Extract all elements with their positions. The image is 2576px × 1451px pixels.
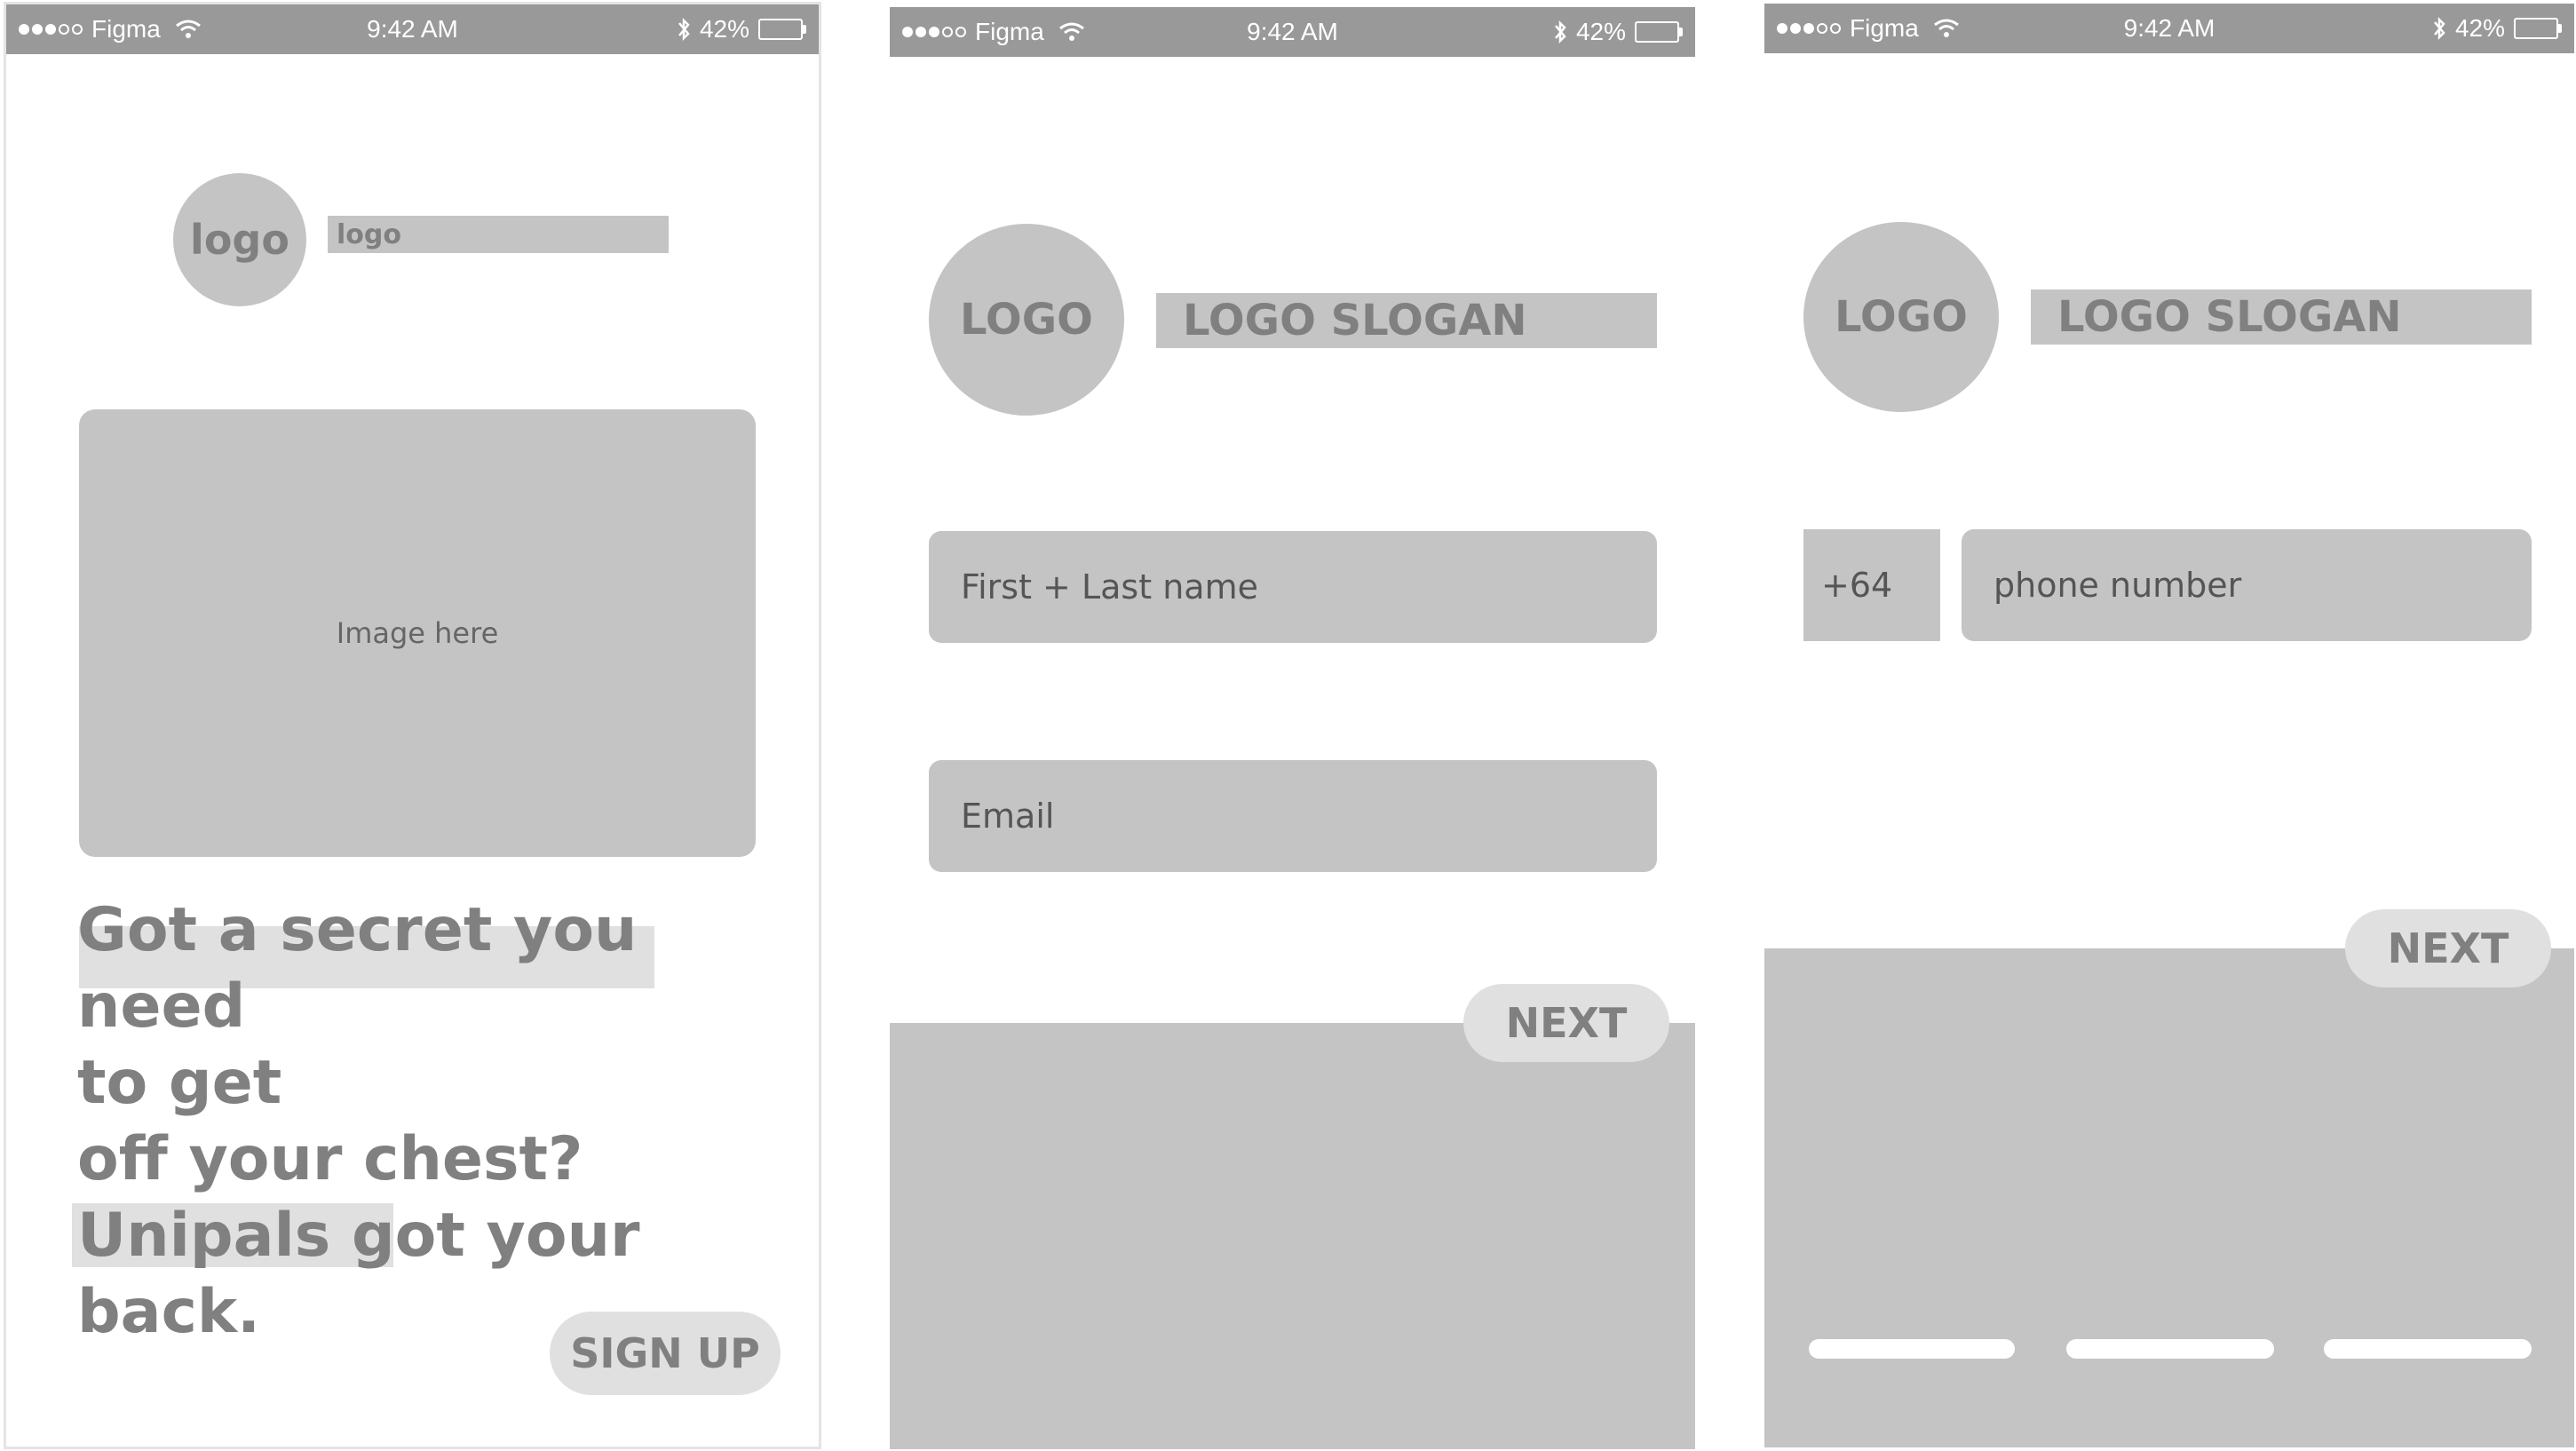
logo-circle: LOGO [929, 224, 1124, 416]
screen-name-email: Figma 9:42 AM 42% LOGO LOGO SLOGAN First… [890, 7, 1695, 1449]
headline-line: off your chest? [77, 1124, 583, 1194]
headline-line: Unipals got your [77, 1201, 640, 1271]
status-bar: Figma 9:42 AM 42% [890, 7, 1695, 57]
status-bar: Figma 9:42 AM 42% [6, 4, 819, 54]
battery-percent: 42% [1575, 18, 1626, 45]
next-button[interactable]: NEXT [2345, 909, 2551, 987]
logo-circle: LOGO [1803, 222, 1999, 412]
headline: Got a secret you need to get off your ch… [77, 892, 788, 1351]
battery-percent: 42% [2454, 14, 2505, 42]
logo-circle: logo [173, 173, 306, 306]
page-indicator[interactable] [2066, 1339, 2274, 1359]
battery-icon [1635, 21, 1683, 43]
page-indicator[interactable] [1809, 1339, 2015, 1359]
logo-slogan: LOGO SLOGAN [2031, 289, 2532, 345]
battery-icon [758, 19, 806, 40]
headline-line: Got a secret you need [77, 895, 638, 1042]
bottom-panel [890, 1023, 1695, 1449]
screen-phone: Figma 9:42 AM 42% LOGO LOGO SLOGAN +64 p… [1764, 4, 2574, 1447]
image-placeholder: Image here [79, 409, 756, 857]
bluetooth-icon [2433, 16, 2445, 41]
next-button[interactable]: NEXT [1463, 984, 1669, 1062]
logo-slogan: LOGO SLOGAN [1156, 293, 1657, 348]
status-bar: Figma 9:42 AM 42% [1764, 4, 2574, 53]
headline-line: to get [77, 1048, 282, 1118]
bluetooth-icon [1554, 20, 1566, 44]
country-code-field[interactable]: +64 [1803, 529, 1940, 641]
phone-number-input[interactable]: phone number [1962, 529, 2532, 641]
signup-button[interactable]: SIGN UP [550, 1312, 781, 1395]
battery-percent: 42% [699, 15, 749, 43]
screen-welcome: Figma 9:42 AM 42% logo logo Image here G… [4, 2, 821, 1449]
bottom-panel [1764, 948, 2574, 1447]
page-indicator[interactable] [2324, 1339, 2532, 1359]
email-input[interactable]: Email [929, 760, 1657, 872]
battery-icon [2514, 18, 2562, 39]
name-input[interactable]: First + Last name [929, 531, 1657, 643]
logo-text-bar: logo [328, 216, 669, 253]
bluetooth-icon [678, 17, 690, 42]
